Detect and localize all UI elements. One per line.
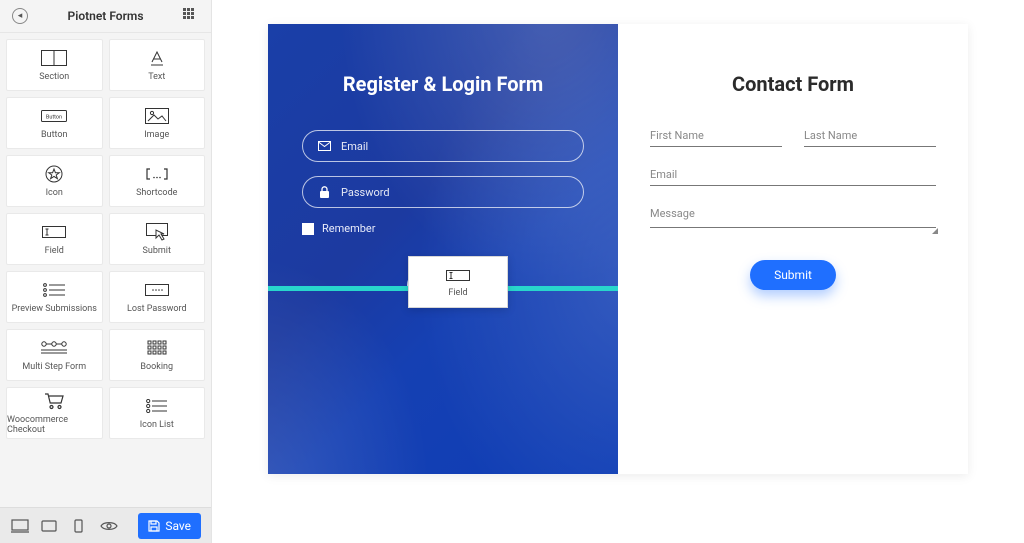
bottom-bar: Save (0, 507, 211, 543)
widget-label: Image (144, 130, 169, 140)
widget-woocommerce-checkout[interactable]: Woocommerce Checkout (6, 387, 103, 439)
widget-icon[interactable]: Icon (6, 155, 103, 207)
email-input[interactable] (341, 140, 569, 153)
envelope-icon (317, 141, 331, 151)
submit-icon (146, 222, 168, 242)
widget-field[interactable]: Field (6, 213, 103, 265)
widget-image[interactable]: Image (109, 97, 206, 149)
widget-button[interactable]: Button Button (6, 97, 103, 149)
preview-icon[interactable] (99, 518, 119, 534)
shortcode-icon (146, 164, 168, 184)
message-textarea[interactable] (650, 202, 936, 228)
button-icon: Button (41, 106, 67, 126)
tablet-view-icon[interactable] (40, 518, 60, 534)
page-card: Register & Login Form (268, 24, 968, 474)
remember-label: Remember (322, 222, 375, 235)
save-button-label: Save (165, 519, 191, 533)
widget-label: Booking (140, 362, 173, 372)
textarea-resize-handle-icon[interactable] (932, 228, 938, 234)
save-button[interactable]: Save (138, 513, 201, 539)
lost-password-icon (145, 280, 169, 300)
widget-label: Section (39, 72, 69, 82)
mobile-view-icon[interactable] (69, 518, 89, 534)
widget-text[interactable]: Text (109, 39, 206, 91)
contact-form-pane: Contact Form Submit (618, 24, 968, 474)
icon-list-icon (146, 396, 168, 416)
password-input[interactable] (341, 186, 569, 199)
text-icon (148, 48, 166, 68)
lock-icon (317, 186, 331, 198)
sidebar: ◂ Piotnet Forms Section Text (0, 0, 212, 543)
widget-label: Multi Step Form (22, 362, 86, 372)
sidebar-header: ◂ Piotnet Forms (0, 0, 211, 33)
widget-label: Field (45, 246, 64, 256)
widget-icon-list[interactable]: Icon List (109, 387, 206, 439)
widget-section[interactable]: Section (6, 39, 103, 91)
app-root: ◂ Piotnet Forms Section Text (0, 0, 1024, 543)
back-icon[interactable]: ◂ (12, 8, 28, 24)
cart-icon (43, 391, 65, 411)
widget-submit[interactable]: Submit (109, 213, 206, 265)
drag-ghost-widget[interactable]: Field (408, 256, 508, 308)
widget-multi-step-form[interactable]: Multi Step Form (6, 329, 103, 381)
save-icon (148, 520, 160, 532)
contact-email-input[interactable] (650, 163, 936, 186)
booking-icon (147, 338, 167, 358)
login-form-title: Register & Login Form (302, 72, 584, 96)
remember-checkbox[interactable] (302, 223, 314, 235)
widget-lost-password[interactable]: Lost Password (109, 271, 206, 323)
field-icon (42, 222, 66, 242)
desktop-view-icon[interactable] (10, 518, 30, 534)
widget-label: Button (41, 130, 67, 140)
widget-panel: Section Text Button Button (0, 33, 211, 507)
first-name-input[interactable] (650, 124, 782, 147)
widget-booking[interactable]: Booking (109, 329, 206, 381)
contact-form-title: Contact Form (650, 72, 936, 96)
field-icon (446, 267, 470, 285)
last-name-input[interactable] (804, 124, 936, 147)
widget-label: Submit (143, 246, 171, 256)
remember-row: Remember (302, 222, 584, 235)
contact-submit-button[interactable]: Submit (750, 260, 836, 290)
widget-label: Woocommerce Checkout (7, 415, 102, 435)
section-icon (41, 48, 67, 68)
widget-label: Lost Password (127, 304, 187, 314)
sidebar-title: Piotnet Forms (28, 9, 183, 23)
svg-text:Button: Button (46, 115, 62, 121)
editor-canvas[interactable]: Register & Login Form (212, 0, 1024, 543)
multi-step-icon (40, 338, 68, 358)
email-field-wrapper[interactable] (302, 130, 584, 162)
widget-label: Icon (46, 188, 63, 198)
image-icon (145, 106, 169, 126)
star-icon (45, 164, 63, 184)
drag-ghost-label: Field (448, 288, 467, 298)
widget-label: Shortcode (136, 188, 177, 198)
preview-submissions-icon (42, 280, 66, 300)
password-field-wrapper[interactable] (302, 176, 584, 208)
widget-label: Icon List (140, 420, 174, 430)
login-form-pane: Register & Login Form (268, 24, 618, 474)
widget-shortcode[interactable]: Shortcode (109, 155, 206, 207)
widget-label: Preview Submissions (12, 304, 97, 314)
widget-label: Text (148, 72, 165, 82)
widget-preview-submissions[interactable]: Preview Submissions (6, 271, 103, 323)
grid-toggle-icon[interactable] (183, 8, 199, 24)
